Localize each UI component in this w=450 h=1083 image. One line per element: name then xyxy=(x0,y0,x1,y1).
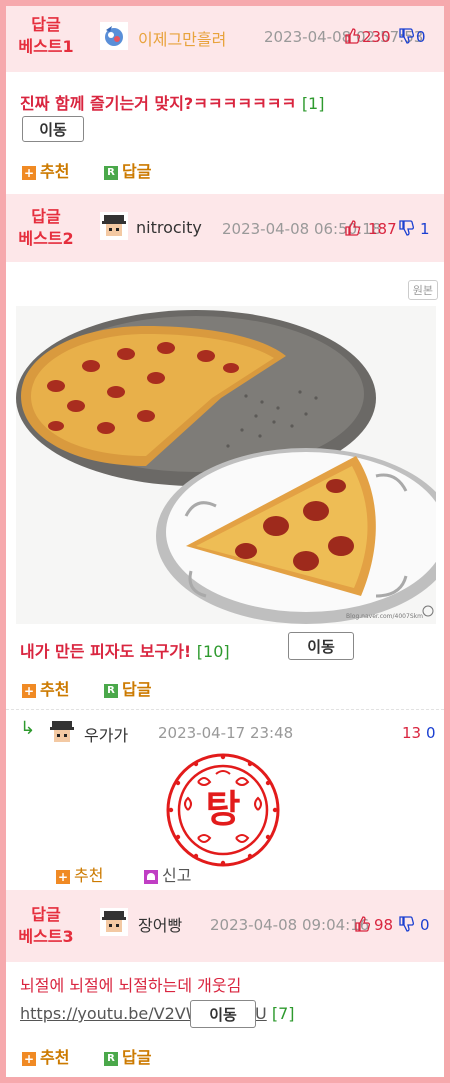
best3-badge: 답글 베스트3 xyxy=(12,904,80,948)
thumb-up-icon[interactable] xyxy=(344,220,360,240)
image-watermark: Blog.naver.com/4007Skm xyxy=(346,613,423,620)
best2-badge: 답글 베스트2 xyxy=(12,206,80,250)
best1-recommend-label: 추천 xyxy=(40,162,70,181)
best2-badge-line1: 답글 xyxy=(31,207,61,226)
reply-nick[interactable]: 우가가 xyxy=(84,722,128,746)
reply-recommend-button[interactable]: + 추천 xyxy=(56,862,103,886)
best1-nick[interactable]: 이제그만흘려 xyxy=(138,26,226,50)
reply-r-icon: R xyxy=(104,1051,118,1066)
reply-date: 2023-04-17 23:48 xyxy=(158,724,294,742)
plus-icon: + xyxy=(22,1051,36,1066)
best1-recommend-button[interactable]: + 추천 xyxy=(22,158,69,182)
report-icon xyxy=(144,869,158,884)
avatar[interactable] xyxy=(48,718,76,746)
comment-list: 답글 베스트1 이제그만흘려 2023-04-08 02:57:53 230 0… xyxy=(0,0,450,1083)
best1-badge: 답글 베스트1 xyxy=(12,14,80,58)
plus-icon: + xyxy=(22,683,36,698)
reply-up-count: 13 xyxy=(402,724,422,742)
best1-move-button[interactable]: 이동 xyxy=(22,116,84,142)
stamp-text: 탕 xyxy=(206,787,241,831)
thumb-up-icon[interactable] xyxy=(344,28,360,48)
best1-reply-button[interactable]: R 답글 xyxy=(104,158,151,182)
avatar[interactable] xyxy=(100,212,128,240)
best3-recommend-button[interactable]: + 추천 xyxy=(22,1044,69,1068)
best3-move-button[interactable]: 이동 xyxy=(190,1000,256,1028)
thumb-down-icon[interactable] xyxy=(398,916,414,936)
reply-report-button[interactable]: 신고 xyxy=(144,862,191,886)
plus-icon: + xyxy=(56,869,70,884)
best2-header: 답글 베스트2 nitrocity 2023-04-08 06:50:18 18… xyxy=(6,194,444,262)
best2-down-count: 1 xyxy=(420,220,430,238)
best2-title[interactable]: 내가 만든 피자도 보구가! [10] xyxy=(20,638,230,662)
best1-comment-count: [1] xyxy=(301,94,325,113)
best1-title-text[interactable]: 진짜 함께 즐기는거 맞지?ㅋㅋㅋㅋㅋㅋㅋ xyxy=(20,94,296,113)
best3-reply-button[interactable]: R 답글 xyxy=(104,1044,151,1068)
best3-date: 2023-04-08 09:04:16 xyxy=(210,916,370,934)
best3-up-count: 98 xyxy=(374,916,394,934)
best3-badge-line2: 베스트3 xyxy=(18,927,74,946)
best1-header: 답글 베스트1 이제그만흘려 2023-04-08 02:57:53 230 0 xyxy=(6,6,444,72)
best2-nick[interactable]: nitrocity xyxy=(136,218,202,237)
reply-report-label: 신고 xyxy=(162,866,192,885)
best3-comment-count: [7] xyxy=(271,1004,295,1023)
reply-r-icon: R xyxy=(104,683,118,698)
best2-comment-count: [10] xyxy=(196,642,230,661)
reply-r-icon: R xyxy=(104,165,118,180)
thumb-up-icon[interactable] xyxy=(354,916,370,936)
avatar[interactable] xyxy=(100,22,128,50)
best3-nick[interactable]: 장어빵 xyxy=(138,912,182,936)
best2-reply-label: 답글 xyxy=(122,680,152,699)
best3-reply-label: 답글 xyxy=(122,1048,152,1067)
thumb-down-icon[interactable] xyxy=(398,220,414,240)
best2-move-button[interactable]: 이동 xyxy=(288,632,354,660)
best1-badge-line1: 답글 xyxy=(31,15,61,34)
best3-recommend-label: 추천 xyxy=(40,1048,70,1067)
original-image-button[interactable]: 원본 xyxy=(407,280,438,300)
pizza-image[interactable]: Blog.naver.com/4007Skm xyxy=(16,306,444,624)
reply-down-count: 0 xyxy=(426,724,436,742)
best2-recommend-button[interactable]: + 추천 xyxy=(22,676,69,700)
reply-recommend-label: 추천 xyxy=(74,866,104,885)
divider xyxy=(6,709,444,710)
best3-title-text[interactable]: 뇌절에 뇌절에 뇌절하는데 개웃김 xyxy=(20,976,241,995)
best3-badge-line1: 답글 xyxy=(31,905,61,924)
reply-arrow-icon: ↳ xyxy=(20,718,36,739)
best2-recommend-label: 추천 xyxy=(40,680,70,699)
best2-badge-line2: 베스트2 xyxy=(18,229,74,248)
best3-down-count: 0 xyxy=(420,916,430,934)
best1-reply-label: 답글 xyxy=(122,162,152,181)
thumb-down-icon[interactable] xyxy=(398,28,414,48)
best2-up-count: 187 xyxy=(368,220,397,238)
avatar[interactable] xyxy=(100,908,128,936)
best1-badge-line2: 베스트1 xyxy=(18,37,74,56)
best2-reply-button[interactable]: R 답글 xyxy=(104,676,151,700)
best2-title-text[interactable]: 내가 만든 피자도 보구가! xyxy=(20,642,191,661)
best1-down-count: 0 xyxy=(416,28,426,46)
plus-icon: + xyxy=(22,165,36,180)
best3-header: 답글 베스트3 장어빵 2023-04-08 09:04:16 98 0 xyxy=(6,890,444,962)
best1-title[interactable]: 진짜 함께 즐기는거 맞지?ㅋㅋㅋㅋㅋㅋㅋ [1] xyxy=(20,90,324,114)
stamp-image[interactable]: 탕 xyxy=(158,752,288,868)
best1-up-count: 230 xyxy=(362,28,391,46)
